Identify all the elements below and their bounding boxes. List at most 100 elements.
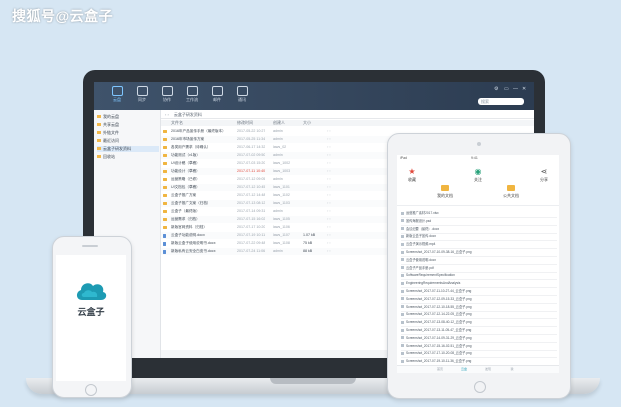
cell-owner: admin [273, 209, 283, 213]
cell-time: 2017-07-17 10:20 [237, 225, 266, 229]
sidebar-item-0[interactable]: 我的云盘 [97, 114, 159, 120]
row-actions-icon[interactable]: ◦ ◦ [327, 160, 331, 167]
tablet-file-name: Screenshot_2017-07-12-10-18-55_云盒子.png [406, 304, 472, 309]
row-actions-icon[interactable]: ◦ ◦ [327, 200, 331, 207]
sidebar-item-2[interactable]: 外链文件 [97, 130, 159, 136]
tablet-tab-1[interactable]: 云盘 [459, 367, 469, 371]
folder-icon [163, 202, 167, 205]
folder-icon [163, 130, 167, 133]
folder-icon [111, 86, 123, 96]
tablet-status-bar: iPad 9:41 [397, 155, 559, 161]
folder-icon [163, 178, 167, 181]
row-actions-icon[interactable]: ◦ ◦ [327, 184, 331, 191]
document-icon [163, 241, 166, 246]
sidebar-item-5[interactable]: 回收站 [97, 154, 159, 160]
row-actions-icon[interactable]: ◦ ◦ [327, 152, 331, 159]
cell-name: 云盒子推广文案（归档） [171, 201, 211, 205]
back-icon[interactable]: ‹ › [165, 112, 169, 117]
tablet-camera [477, 142, 481, 146]
col-size[interactable]: 大小 [303, 120, 311, 126]
cell-time: 2017-05-22 10:27 [237, 129, 266, 133]
sidebar-item-4[interactable]: 云盒子研发资料 [97, 146, 159, 152]
tablet-tab-0[interactable]: 首页 [435, 367, 445, 371]
folder-icon [163, 210, 167, 213]
sidebar-item-label: 共享云盘 [103, 122, 119, 127]
toolbar-item-label: 协作 [163, 97, 171, 102]
tablet-tabbar: 首页 云盘 发现 我 [397, 365, 559, 373]
row-actions-icon[interactable]: ◦ ◦ [327, 248, 331, 255]
row-actions-icon[interactable]: ◦ ◦ [327, 208, 331, 215]
file-icon [401, 305, 404, 309]
divider [397, 205, 559, 206]
tablet-action-label: 关注 [474, 177, 482, 182]
search-input[interactable]: 搜索 [478, 98, 524, 105]
cell-name: 运营策略（已修） [171, 177, 200, 181]
toolbar-item-3[interactable]: 工作流 [181, 86, 203, 103]
tablet-action-0[interactable]: ★ 收藏 [397, 167, 427, 183]
app-name: 云盒子 [77, 307, 105, 317]
file-icon [401, 258, 404, 262]
tablet-file-name: Screenshot_2017-07-15-16-02-51_云盒子.png [406, 343, 472, 348]
row-actions-icon[interactable]: ◦ ◦ [327, 176, 331, 183]
toolbar-item-4[interactable]: 邮件 [206, 86, 228, 103]
cell-time: 2017-07-19 10:11 [237, 233, 266, 237]
col-time[interactable]: 修改时间 [237, 120, 253, 126]
row-actions-icon[interactable]: ◦ ◦ [327, 128, 331, 135]
cell-name: 云盒子（最终版） [171, 209, 200, 213]
tablet-action-2[interactable]: ⋖ 分享 [529, 167, 559, 183]
minimize-icon[interactable]: — [513, 86, 518, 92]
tablet-folder-0[interactable]: 我的文档 [425, 185, 465, 199]
cell-owner: laws_1002 [273, 161, 291, 165]
toolbar-item-0[interactable]: 云盘 [106, 86, 128, 103]
tablet-tab-3[interactable]: 我 [507, 367, 517, 371]
share-icon: ⋖ [540, 167, 548, 176]
cell-owner: admin [273, 137, 283, 141]
row-actions-icon[interactable]: ◦ ◦ [327, 192, 331, 199]
folder-icon [163, 154, 167, 157]
maximize-icon[interactable]: ▭ [504, 86, 509, 92]
toolbar-item-label: 同步 [138, 97, 146, 102]
row-actions-icon[interactable]: ◦ ◦ [327, 224, 331, 231]
col-name[interactable]: 文件名 [171, 120, 183, 126]
toolbar-item-label: 工作流 [186, 97, 198, 102]
toolbar-item-label: 通讯 [238, 97, 246, 102]
tablet-action-1[interactable]: ◉ 关注 [463, 167, 493, 183]
tablet-file-name: Screenshot_2017-07-19-10-11-36_云盒子.png [406, 359, 472, 364]
settings-icon[interactable]: ⚙ [494, 86, 498, 92]
cell-time: 2017-07-24 11:06 [237, 249, 266, 253]
col-owner[interactable]: 创建人 [273, 120, 285, 126]
cell-name: 新版官网资料（归档） [171, 225, 207, 229]
phone-home-button[interactable] [85, 384, 97, 396]
tablet-folder-1[interactable]: 公共文档 [491, 185, 531, 199]
file-icon [401, 313, 404, 317]
cell-time: 2017-07-14 09:31 [237, 209, 266, 213]
laptop-notch [270, 378, 356, 384]
clock-icon [236, 86, 248, 96]
cell-time: 2017-06-17 14:32 [237, 145, 266, 149]
sidebar-item-1[interactable]: 共享云盘 [97, 122, 159, 128]
tablet-home-button[interactable] [474, 381, 486, 393]
tablet-folder-label: 我的文档 [437, 193, 453, 198]
cell-owner: admin [273, 153, 283, 157]
row-actions-icon[interactable]: ◦ ◦ [327, 136, 331, 143]
folder-icon [507, 185, 515, 191]
toolbar-item-5[interactable]: 通讯 [231, 86, 253, 103]
row-actions-icon[interactable]: ◦ ◦ [327, 168, 331, 175]
toolbar-item-2[interactable]: 协作 [156, 86, 178, 103]
row-actions-icon[interactable]: ◦ ◦ [327, 216, 331, 223]
row-actions-icon[interactable]: ◦ ◦ [327, 240, 331, 247]
row-actions-icon[interactable]: ◦ ◦ [327, 232, 331, 239]
cell-name: 2016年产品宣传手册（最终版本） [171, 129, 226, 133]
sidebar-item-3[interactable]: 最近访问 [97, 138, 159, 144]
tablet-file-name: Screenshot_2017-07-13-11-05-47_云盒子.png [406, 328, 472, 332]
mail-icon [211, 86, 223, 96]
breadcrumb-current[interactable]: 云盒子研发资料 [174, 112, 202, 117]
toolbar-item-1[interactable]: 同步 [131, 86, 153, 103]
row-actions-icon[interactable]: ◦ ◦ [327, 144, 331, 151]
cell-name: 功能设计（草稿） [171, 169, 200, 173]
tablet-tab-2[interactable]: 发现 [483, 367, 493, 371]
file-icon [401, 297, 404, 301]
close-icon[interactable]: ✕ [522, 86, 526, 92]
tablet-file-name: Screenshot_2017-07-10-09-38-16_云盒子.png [406, 250, 472, 254]
folder-icon [163, 146, 167, 149]
